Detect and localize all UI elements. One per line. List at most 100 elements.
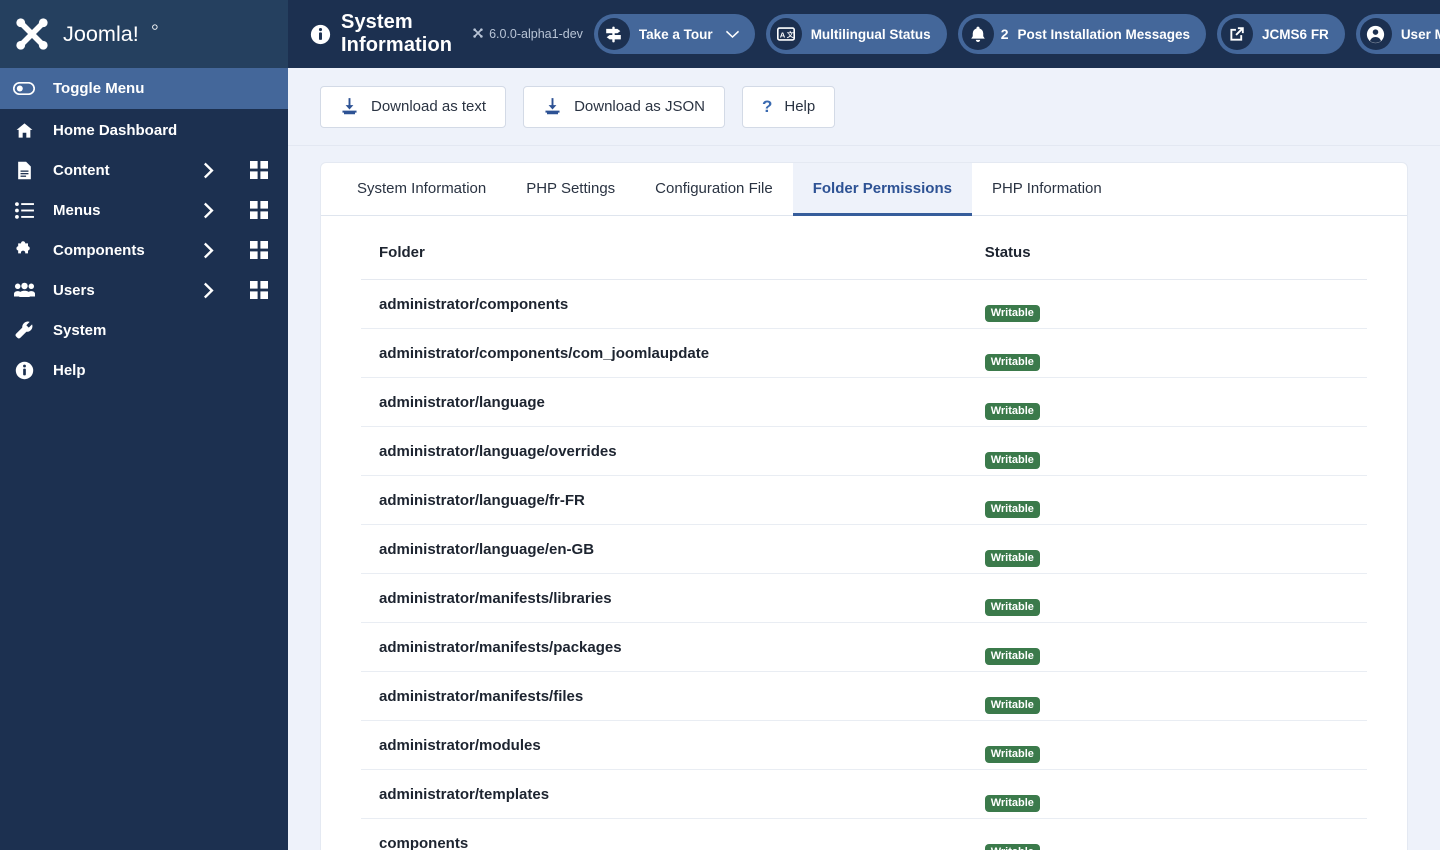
info-circle-icon	[11, 361, 37, 380]
tab-system-information[interactable]: System Information	[337, 163, 506, 216]
sidebar: Joomla! Toggle Menu Home Dashboard Conte…	[0, 0, 288, 850]
table-row: components Writable	[361, 818, 1367, 850]
folder-path: components	[361, 818, 985, 850]
folder-permissions-panel: Folder Status administrator/components W…	[321, 216, 1407, 850]
main-area: System Information 6.0.0-alpha1-dev Take…	[288, 0, 1440, 850]
status-badge: Writable	[984, 549, 1040, 567]
signpost-icon	[597, 18, 630, 50]
help-button[interactable]: ? Help	[741, 85, 836, 128]
folder-path: administrator/manifests/packages	[361, 622, 985, 672]
post-installation-messages-count: 2	[1000, 26, 1009, 42]
tab-label: Configuration File	[655, 179, 773, 197]
folder-status-cell: Writable	[984, 475, 1367, 525]
table-row: administrator/language/fr-FR Writable	[361, 475, 1367, 525]
folder-status-cell: Writable	[984, 622, 1367, 672]
joomla-mark-icon	[472, 27, 484, 42]
download-as-json-button[interactable]: Download as JSON	[523, 85, 725, 128]
joomla-wordmark: Joomla!	[63, 21, 158, 46]
tab-configuration-file[interactable]: Configuration File	[635, 163, 793, 216]
tab-php-information[interactable]: PHP Information	[972, 163, 1122, 216]
page-title-group: System Information	[310, 11, 452, 57]
folder-path: administrator/manifests/files	[361, 671, 985, 721]
take-a-tour-label: Take a Tour	[638, 26, 713, 42]
svg-text:文: 文	[786, 30, 794, 39]
user-menu-button[interactable]: User Menu	[1355, 14, 1440, 54]
system-info-card: System Information PHP Settings Configur…	[320, 162, 1408, 850]
sidebar-item-menus[interactable]: Menus	[0, 190, 288, 230]
content-scroll-region[interactable]: System Information PHP Settings Configur…	[288, 146, 1440, 850]
action-toolbar: Download as text Download as JSON ? Help	[288, 68, 1440, 146]
chevron-right-icon[interactable]	[192, 282, 226, 299]
grid-icon[interactable]	[242, 241, 276, 259]
external-link-icon	[1221, 18, 1254, 50]
post-installation-messages-button[interactable]: 2 Post Installation Messages	[957, 14, 1207, 54]
folder-path: administrator/language	[361, 377, 985, 427]
multilingual-status-label: Multilingual Status	[810, 26, 931, 42]
chevron-right-icon[interactable]	[192, 162, 226, 179]
tab-label: System Information	[357, 179, 487, 197]
chevron-down-icon	[725, 30, 739, 38]
site-link-button[interactable]: JCMS6 FR	[1217, 14, 1345, 54]
page-title: System Information	[341, 11, 453, 56]
svg-text:Joomla!: Joomla!	[63, 21, 139, 46]
list-icon	[11, 201, 37, 219]
tab-label: PHP Information	[991, 179, 1102, 197]
status-badge: Writable	[984, 696, 1040, 714]
take-a-tour-button[interactable]: Take a Tour	[593, 14, 755, 54]
home-icon	[11, 121, 37, 140]
tab-folder-permissions[interactable]: Folder Permissions	[792, 163, 972, 216]
folder-status-cell: Writable	[984, 279, 1367, 329]
tab-php-settings[interactable]: PHP Settings	[506, 163, 635, 216]
grid-icon[interactable]	[242, 201, 276, 219]
table-row: administrator/language Writable	[361, 377, 1367, 427]
status-badge: Writable	[984, 794, 1040, 812]
folder-permissions-table: Folder Status administrator/components W…	[361, 244, 1367, 850]
status-badge: Writable	[984, 304, 1040, 322]
sidebar-item-system[interactable]: System	[0, 310, 288, 350]
top-header-bar: System Information 6.0.0-alpha1-dev Take…	[288, 0, 1440, 68]
sidebar-item-help[interactable]: Help	[0, 350, 288, 390]
translate-icon: A 文	[769, 18, 802, 50]
grid-icon[interactable]	[242, 161, 276, 179]
folder-status-cell: Writable	[984, 377, 1367, 427]
download-as-json-label: Download as JSON	[574, 98, 705, 115]
help-label: Help	[784, 98, 816, 115]
table-body: administrator/components Writable admini…	[361, 279, 1367, 850]
sidebar-item-label: Help	[53, 361, 86, 379]
joomla-brand[interactable]: Joomla!	[0, 0, 288, 68]
user-circle-icon	[1359, 18, 1392, 50]
folder-path: administrator/language/fr-FR	[361, 475, 985, 525]
sidebar-item-label: Menus	[53, 201, 101, 219]
wrench-icon	[11, 320, 37, 340]
site-link-label: JCMS6 FR	[1262, 26, 1329, 42]
toggle-menu-button[interactable]: Toggle Menu	[0, 68, 288, 109]
sidebar-item-home-dashboard[interactable]: Home Dashboard	[0, 110, 288, 150]
multilingual-status-button[interactable]: A 文 Multilingual Status	[765, 14, 947, 54]
info-circle-icon	[310, 24, 331, 45]
folder-status-cell: Writable	[984, 818, 1367, 850]
chevron-right-icon[interactable]	[192, 242, 226, 259]
sidebar-item-label: Home Dashboard	[53, 121, 178, 139]
folder-path: administrator/language/overrides	[361, 426, 985, 476]
joomla-logo-icon	[16, 18, 48, 50]
post-installation-messages-label: Post Installation Messages	[1017, 26, 1191, 42]
status-badge: Writable	[984, 745, 1040, 763]
sidebar-item-users[interactable]: Users	[0, 270, 288, 310]
download-as-text-button[interactable]: Download as text	[320, 85, 507, 128]
svg-text:A: A	[779, 30, 785, 39]
status-badge: Writable	[984, 451, 1040, 469]
table-row: administrator/components Writable	[361, 279, 1367, 329]
folder-path: administrator/modules	[361, 720, 985, 770]
bell-icon	[961, 18, 994, 50]
folder-status-cell: Writable	[984, 573, 1367, 623]
folder-path: administrator/manifests/libraries	[361, 573, 985, 623]
grid-icon[interactable]	[242, 281, 276, 299]
status-badge: Writable	[984, 402, 1040, 420]
puzzle-icon	[11, 240, 37, 260]
sidebar-item-content[interactable]: Content	[0, 150, 288, 190]
sidebar-item-components[interactable]: Components	[0, 230, 288, 270]
folder-path: administrator/components/com_joomlaupdat…	[361, 328, 985, 378]
table-row: administrator/manifests/files Writable	[361, 671, 1367, 721]
chevron-right-icon[interactable]	[192, 202, 226, 219]
version-text: 6.0.0-alpha1-dev	[489, 27, 583, 41]
